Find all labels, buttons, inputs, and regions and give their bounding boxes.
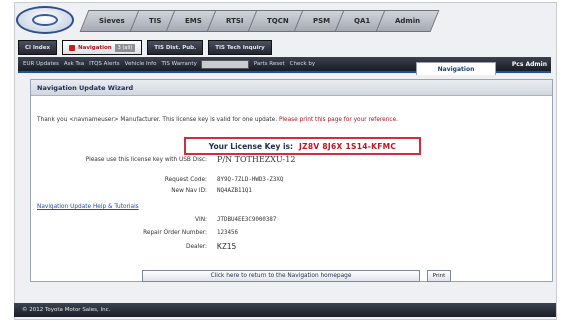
tab-label: QA1 xyxy=(354,17,371,25)
tab-admin[interactable]: Admin xyxy=(375,10,440,32)
use-with-row: Please use this license key with USB Dis… xyxy=(31,155,296,164)
footer-bar: © 2012 Toyota Motor Sales, Inc. xyxy=(14,303,556,317)
tab-navigation-active[interactable]: Navigation xyxy=(416,62,496,75)
toyota-logo-icon[interactable] xyxy=(16,6,74,34)
vin-value: JTDBU4EE3C9000387 xyxy=(217,217,277,223)
license-key-label: Your License Key is: xyxy=(208,141,293,151)
license-key-box: Your License Key is: JZ8V 8J6X 1S14-KFMC xyxy=(184,137,421,155)
vin-label: VIN: xyxy=(195,217,207,223)
repair-order-row: Repair Order Number: 123456 xyxy=(31,230,238,236)
request-code-label: Request Code: xyxy=(164,177,207,183)
intro-text: Thank you <navnameuser> Manufacturer. Th… xyxy=(37,117,398,123)
nav-link-vehicle-info[interactable]: Vehicle Info xyxy=(125,61,157,67)
navigation-icon xyxy=(69,44,76,51)
request-code-row: Request Code: 8Y9Q-7ZLD-HWD3-Z3XQ xyxy=(31,177,284,183)
tab-label: PSM xyxy=(313,17,331,25)
repair-order-label: Repair Order Number: xyxy=(143,230,207,236)
request-code-value: 8Y9Q-7ZLD-HWD3-Z3XQ xyxy=(217,177,284,183)
nav-id-label: New Nav ID: xyxy=(171,188,207,194)
subtab-count-badge: 3 (all) xyxy=(114,43,136,52)
top-tabs: Sieves TIS EMS RTSI TQCN PSM QA1 Admin xyxy=(79,10,440,32)
license-key-value: JZ8V 8J6X 1S14-KFMC xyxy=(298,141,397,151)
subtab-ci-index[interactable]: Cl Index xyxy=(18,40,58,55)
nav-id-value: NQ4AZB11Q1 xyxy=(217,188,252,194)
panel-title: Navigation Update Wizard xyxy=(31,80,552,96)
tab-label: TQCN xyxy=(267,17,290,25)
tab-label: TIS xyxy=(148,17,162,25)
tab-label: RTSI xyxy=(225,17,244,25)
nav-id-row: New Nav ID: NQ4AZB11Q1 xyxy=(31,188,252,194)
footer-copyright: © 2012 Toyota Motor Sales, Inc. xyxy=(22,307,111,313)
intro-print-note: Please print this page for your referenc… xyxy=(278,117,399,123)
subtab-label: Navigation xyxy=(78,44,112,51)
nav-search-input[interactable] xyxy=(200,59,249,69)
return-to-navigation-button[interactable]: Click here to return to the Navigation h… xyxy=(142,270,420,282)
dealer-label: Dealer: xyxy=(186,243,207,250)
nav-link-ask-tsa[interactable]: Ask Tsa xyxy=(64,61,84,67)
use-with-label: Please use this license key with USB Dis… xyxy=(85,156,207,163)
nav-link-check-by[interactable]: Check by xyxy=(290,61,315,67)
nav-link-eur-updates[interactable]: EUR Updates xyxy=(23,61,59,67)
subtab-label: TIS Tech Inquiry xyxy=(215,44,265,51)
dealer-row: Dealer: KZ15 xyxy=(31,242,236,251)
help-tutorials-link[interactable]: Navigation Update Help & Tutorials xyxy=(37,204,139,210)
intro-message: Thank you <navnameuser> Manufacturer. Th… xyxy=(37,117,278,123)
nav-admin-link[interactable]: Pcs Admin xyxy=(512,61,547,68)
dealer-value: KZ15 xyxy=(217,242,237,251)
nav-link-parts-reset[interactable]: Parts Reset xyxy=(254,61,285,67)
repair-order-value: 123456 xyxy=(217,230,238,236)
tab-label: EMS xyxy=(185,17,202,25)
subtab-label: Cl Index xyxy=(25,44,51,51)
sub-tabs: Cl Index Navigation 3 (all) TIS Dist. Pu… xyxy=(18,40,272,55)
subtab-label: TIS Dist. Pub. xyxy=(154,44,197,51)
tab-label: Sieves xyxy=(99,17,125,25)
wizard-panel: Navigation Update Wizard Thank you <navn… xyxy=(30,79,553,282)
nav-link-tis-warranty[interactable]: TIS Warranty xyxy=(161,61,196,67)
nav-link-itqs-alerts[interactable]: ITQS Alerts xyxy=(89,61,120,67)
use-with-value: P/N TOTHEZXU-12 xyxy=(217,155,296,164)
subtab-tis-dist-pub[interactable]: TIS Dist. Pub. xyxy=(147,40,204,55)
tab-label: Admin xyxy=(394,17,420,25)
vin-row: VIN: JTDBU4EE3C9000387 xyxy=(31,217,276,223)
print-button[interactable]: Print xyxy=(427,270,451,282)
subtab-tis-tech-inquiry[interactable]: TIS Tech Inquiry xyxy=(208,40,272,55)
subtab-navigation[interactable]: Navigation 3 (all) xyxy=(62,40,143,55)
